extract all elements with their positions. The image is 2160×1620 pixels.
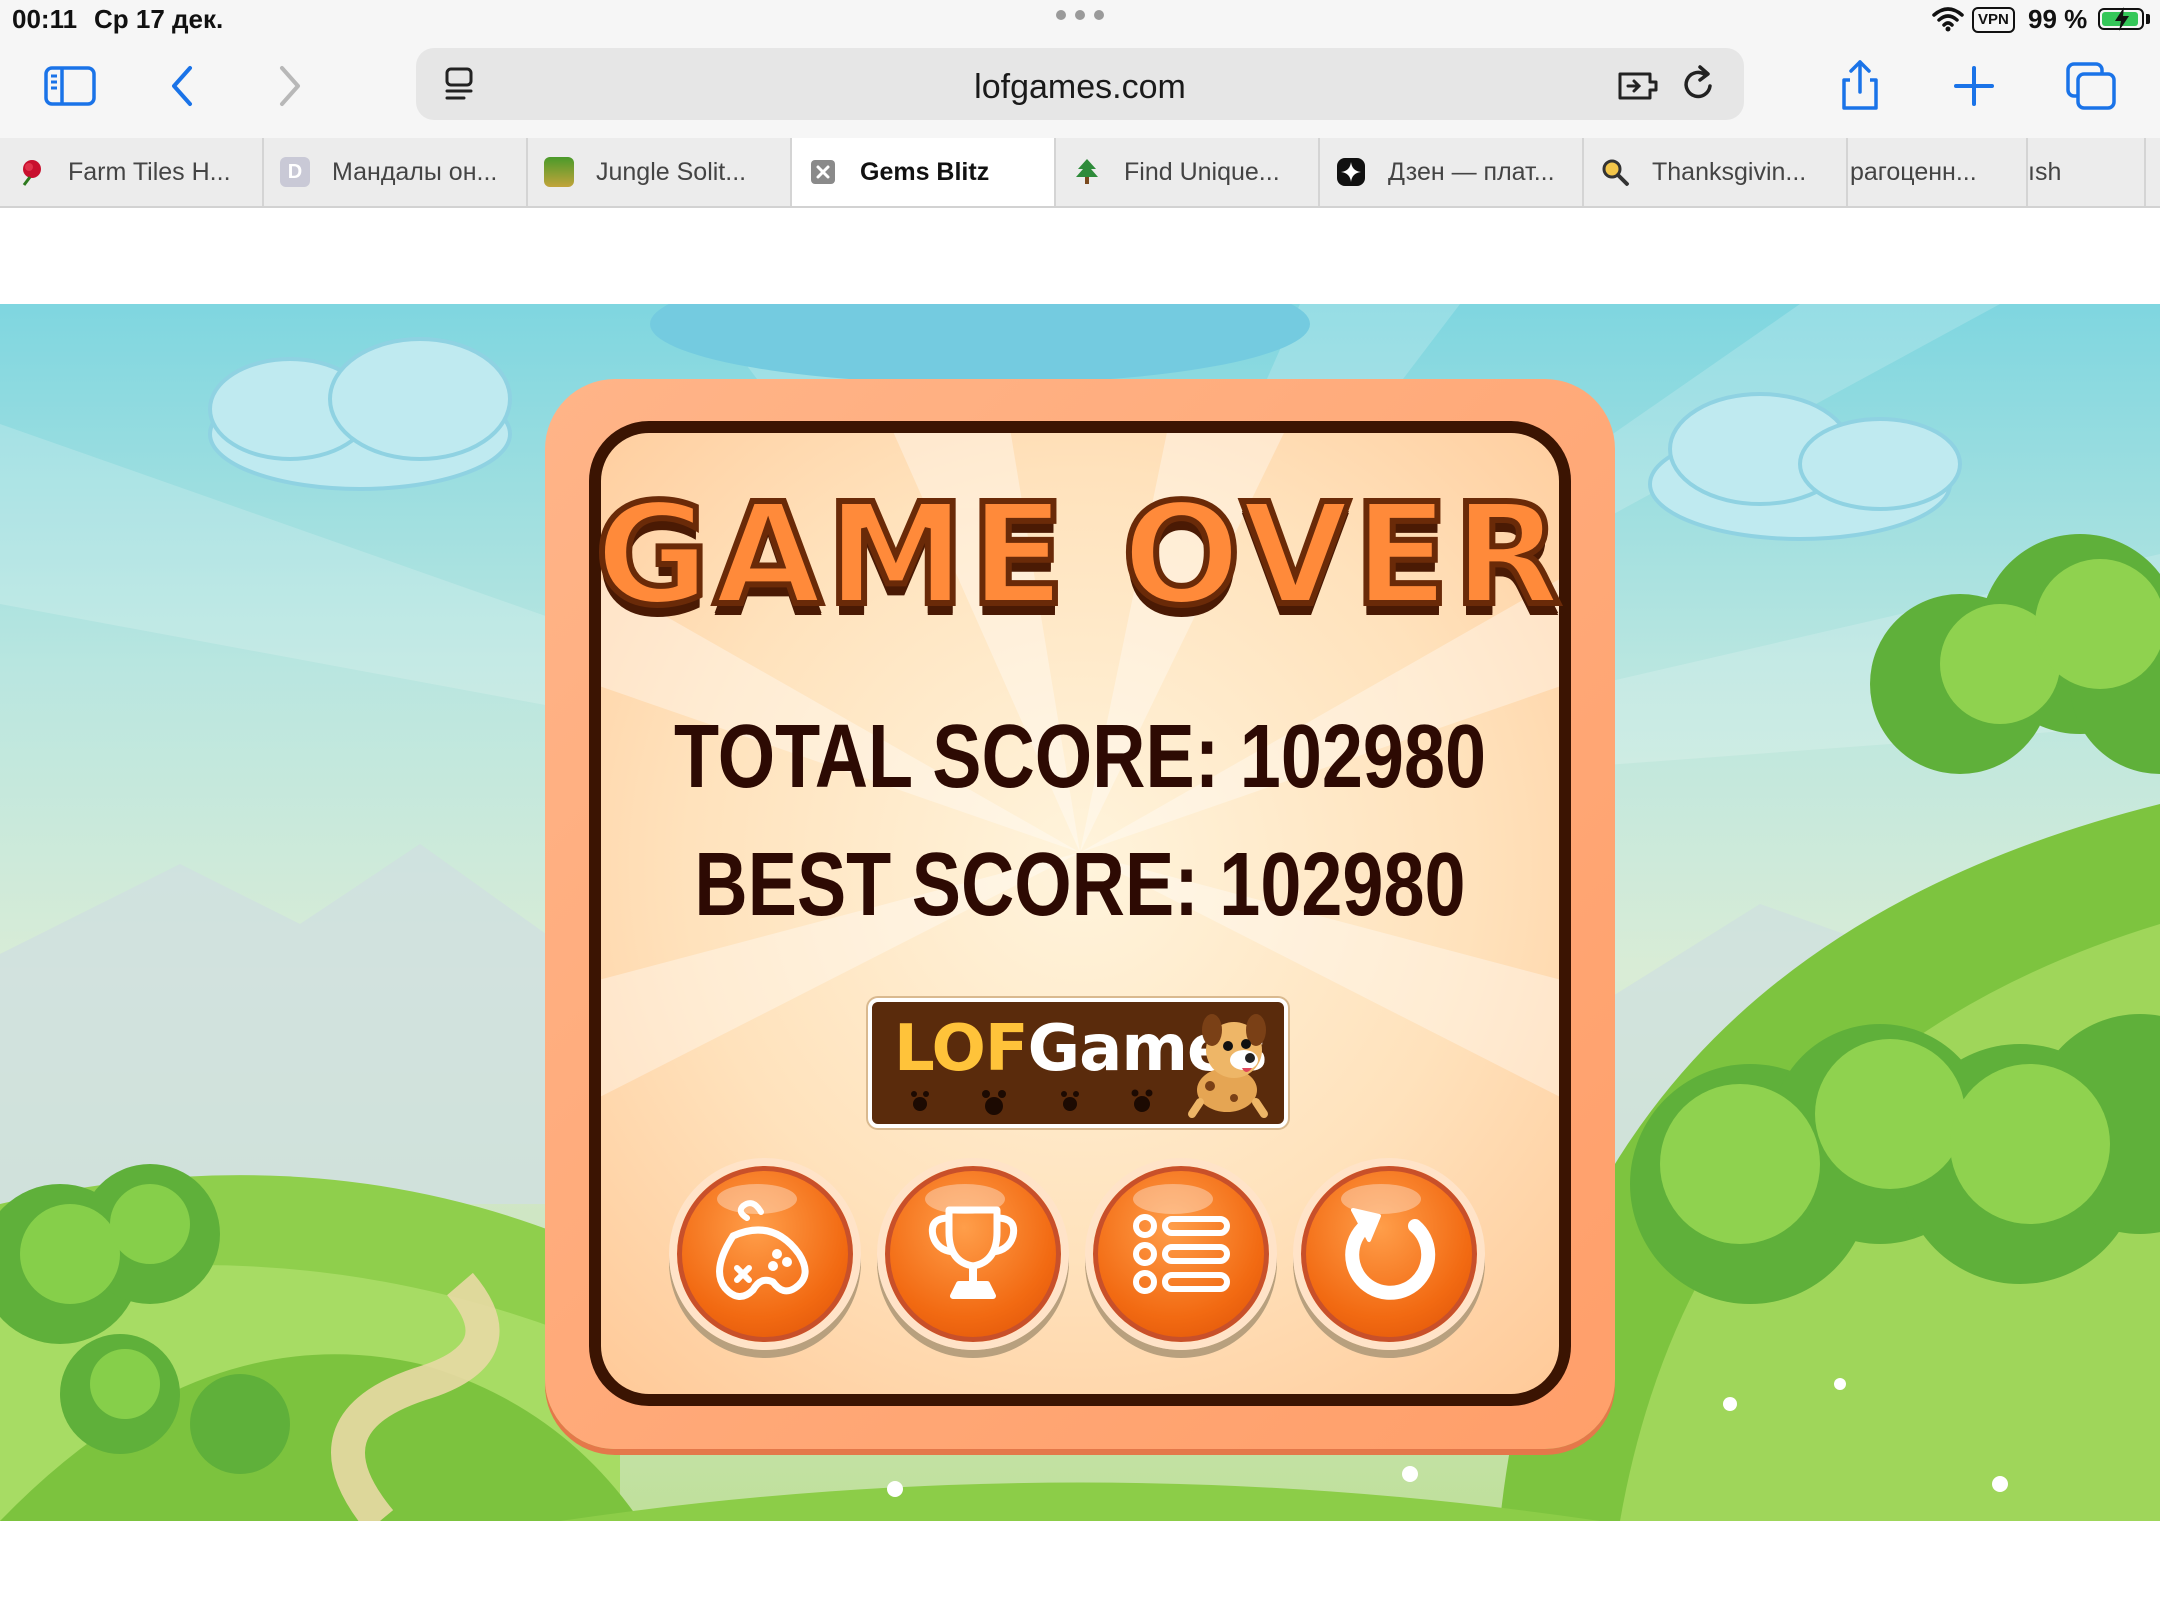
status-bar: 00:11 Ср 17 дек. VPN 99 % — [0, 0, 2160, 40]
tab-label: Farm Tiles H... — [68, 157, 231, 186]
tab-farm-tiles[interactable]: Farm Tiles H... — [0, 138, 264, 206]
extension-icon[interactable] — [1616, 66, 1660, 104]
address-bar[interactable]: lofgames.com — [416, 48, 1744, 120]
tab-jungle-solitaire[interactable]: Jungle Solit... — [528, 138, 792, 206]
tab-dzen[interactable]: Дзен — плат... — [1320, 138, 1584, 206]
battery-percent: 99 % — [2028, 4, 2088, 34]
status-date: Ср 17 дек. — [94, 4, 224, 34]
multitask-dots-icon[interactable] — [1056, 10, 1104, 22]
game-canvas[interactable]: GAME OVER TOTAL SCORE: 102980 BEST SCORE… — [0, 304, 2160, 1521]
replay-button[interactable] — [1293, 1158, 1485, 1350]
gamepad-icon — [716, 1200, 809, 1300]
jungle-icon — [544, 157, 574, 187]
wifi-icon — [1932, 7, 1964, 32]
total-score: TOTAL SCORE: 102980 — [673, 707, 1487, 807]
tab-mandaly[interactable]: D Мандалы он... — [264, 138, 528, 206]
logo-prefix: LOF — [894, 1012, 1029, 1086]
trophy-icon — [928, 1206, 1018, 1299]
reload-icon[interactable] — [1678, 64, 1718, 104]
tab-find-unique[interactable]: Find Unique... — [1056, 138, 1320, 206]
more-games-button[interactable] — [669, 1158, 861, 1350]
browser-toolbar: lofgames.com — [0, 40, 2160, 138]
tab-label: Find Unique... — [1124, 157, 1280, 186]
sidebar-icon[interactable] — [42, 60, 98, 112]
tabs-overview-icon[interactable] — [2064, 60, 2120, 112]
vpn-badge: VPN — [1972, 7, 2015, 33]
paw-prints-icon — [911, 1089, 1153, 1115]
tab-label: Дзен — плат... — [1388, 157, 1555, 186]
new-tab-icon[interactable] — [1946, 60, 2002, 112]
search-icon — [1602, 159, 1629, 186]
zen-icon — [1337, 158, 1365, 186]
url-text[interactable]: lofgames.com — [416, 68, 1744, 107]
tab-label: Jungle Solit... — [596, 157, 747, 186]
menu-button[interactable] — [1085, 1158, 1277, 1350]
tab-thanksgiving[interactable]: Thanksgivin... — [1584, 138, 1848, 206]
close-icon[interactable] — [808, 157, 838, 187]
best-score: BEST SCORE: 102980 — [694, 835, 1466, 935]
rose-icon — [22, 160, 41, 186]
letter-d-icon: D — [280, 157, 310, 187]
tab-dragotsennye[interactable]: рагоценн... — [1848, 138, 2028, 206]
leaderboard-button[interactable] — [877, 1158, 1069, 1350]
tab-label: ısh — [2028, 157, 2062, 186]
tab-partial[interactable]: ısh — [2028, 138, 2146, 206]
status-time: 00:11 — [12, 4, 78, 34]
back-icon[interactable] — [156, 60, 212, 112]
game-over-title: GAME OVER — [592, 471, 1565, 640]
forward-icon[interactable] — [260, 60, 316, 112]
dog-mascot-icon — [1188, 1014, 1268, 1118]
replay-icon — [1345, 1208, 1436, 1300]
share-icon[interactable] — [1832, 60, 1888, 112]
tab-label: Thanksgivin... — [1652, 157, 1807, 186]
tab-gems-blitz[interactable]: Gems Blitz — [792, 138, 1056, 206]
tab-label: Мандалы он... — [332, 157, 498, 186]
tab-label: Gems Blitz — [860, 157, 990, 186]
charging-bolt-icon — [2115, 7, 2129, 31]
lofgames-logo[interactable]: LOFGames — [868, 998, 1288, 1128]
tab-label: рагоценн... — [1850, 157, 1977, 186]
tree-icon — [1076, 159, 1098, 184]
tab-bar: Farm Tiles H... D Мандалы он... Jungle S… — [0, 138, 2160, 208]
menu-list-icon — [1133, 1214, 1230, 1294]
